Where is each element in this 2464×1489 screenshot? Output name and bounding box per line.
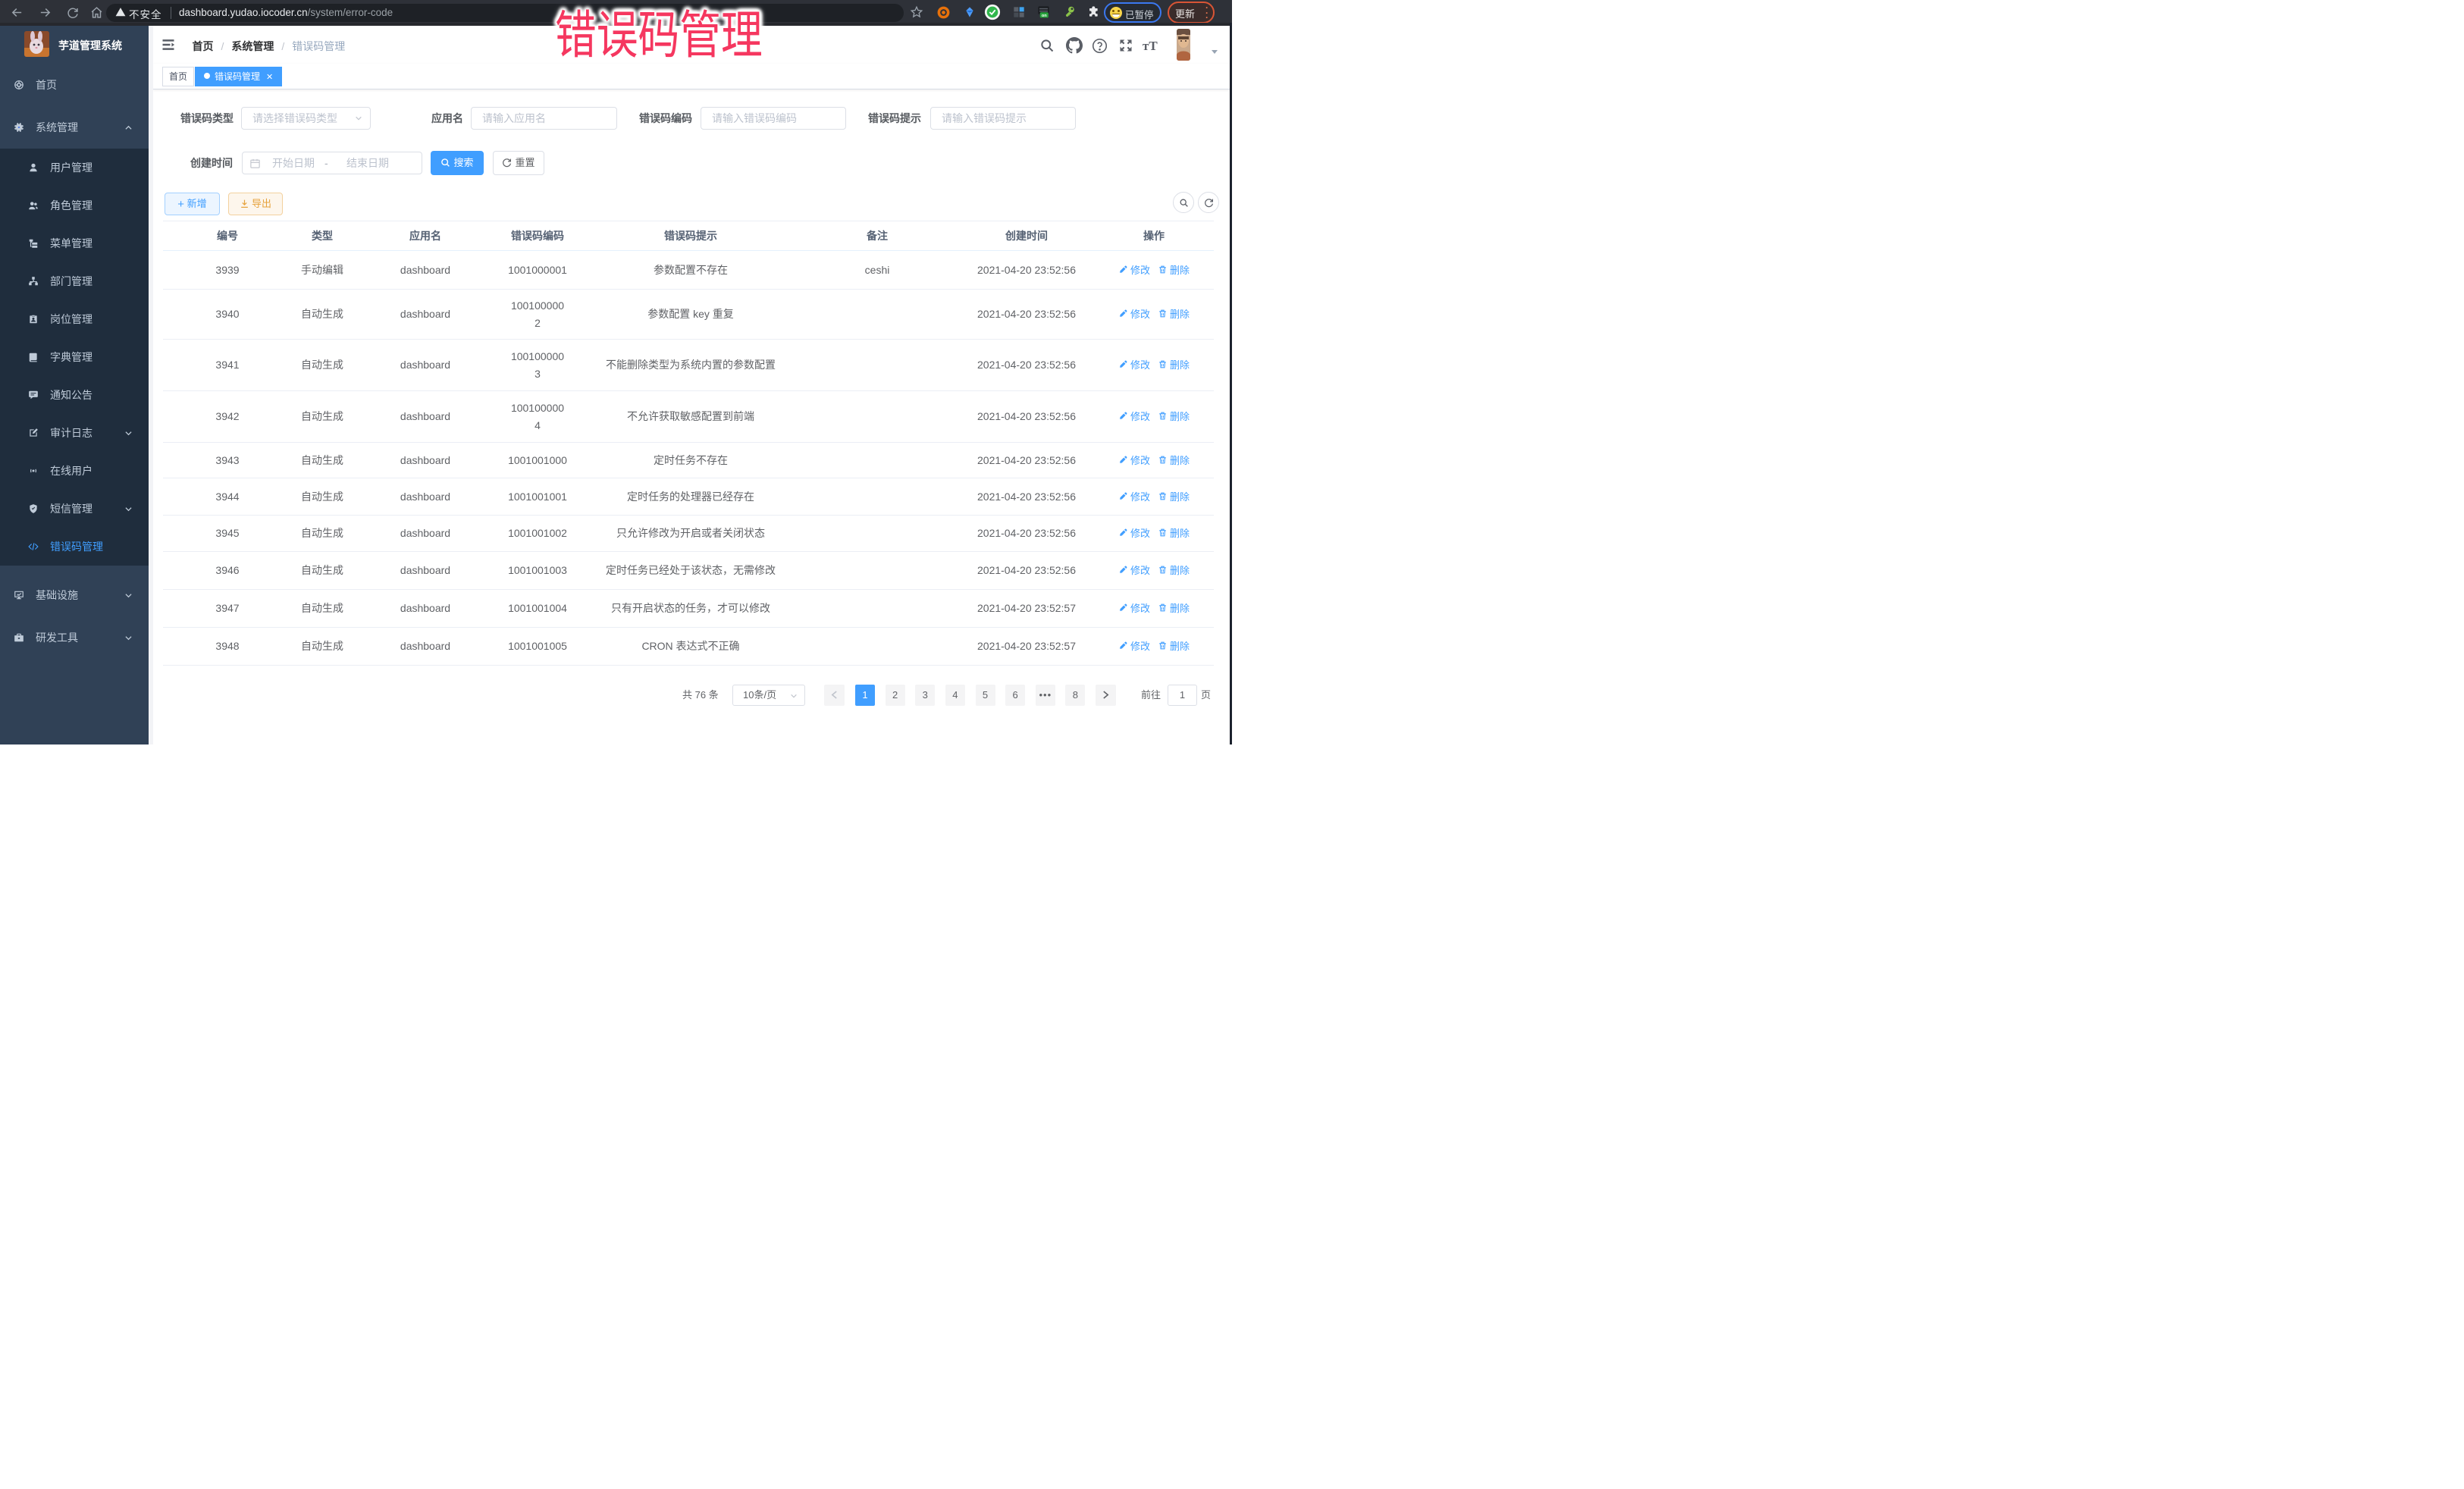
svg-text:on: on [1041, 14, 1046, 18]
